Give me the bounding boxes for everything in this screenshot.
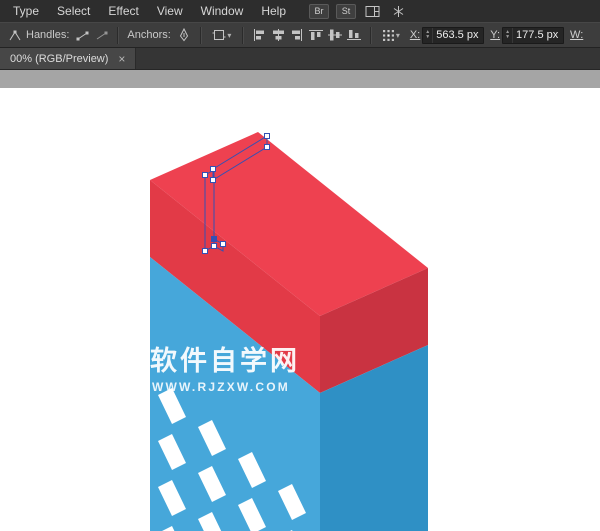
sparkle-icon [392,5,405,18]
x-input[interactable] [433,29,483,41]
workspace-layout-icon [365,5,380,18]
artboard-options-button[interactable]: ▾ [208,26,236,45]
bridge-button[interactable]: Br [309,4,329,19]
separator [117,27,119,44]
canvas-area: 软件自学网 WWW.RJZXW.COM [0,70,600,531]
anchor-point[interactable] [203,173,208,178]
stepper-down-icon[interactable]: ▼ [425,35,430,40]
document-tab-label: 00% (RGB/Preview) [10,53,108,65]
sparkle-button[interactable] [389,2,408,21]
align-top-button[interactable] [307,26,326,45]
handles-label: Handles: [26,29,69,41]
y-field: ▲ ▼ [502,27,564,44]
hide-handles-icon [94,29,109,42]
align-center-button[interactable] [269,26,288,45]
artboard-icon [212,28,226,42]
menu-type[interactable]: Type [4,0,48,22]
tab-close-icon[interactable]: × [118,53,125,65]
align-middle-icon [327,28,343,42]
align-right-button[interactable] [288,26,307,45]
y-field-label[interactable]: Y: [490,29,500,41]
anchors-label: Anchors: [127,29,170,41]
chevron-down-icon: ▾ [396,31,400,40]
convert-anchor-button[interactable] [5,26,24,45]
menu-view[interactable]: View [148,0,192,22]
watermark-title: 软件自学网 [150,345,300,376]
align-center-icon [270,28,286,42]
anchor-point[interactable] [203,249,208,254]
anchor-point-selected[interactable] [212,237,217,242]
menu-effect[interactable]: Effect [99,0,147,22]
separator [200,27,202,44]
watermark-url: WWW.RJZXW.COM [152,380,290,394]
align-left-button[interactable] [250,26,269,45]
anchor-pen-button[interactable] [175,26,194,45]
show-handles-button[interactable] [73,26,92,45]
anchor-point[interactable] [211,167,216,172]
anchor-point[interactable] [211,178,216,183]
stepper-down-icon[interactable]: ▼ [505,35,510,40]
align-middle-button[interactable] [326,26,345,45]
x-field: ▲ ▼ [422,27,484,44]
menu-bar: Type Select Effect View Window Help Br S… [0,0,600,22]
document-tab-bar: 00% (RGB/Preview) × [0,48,600,70]
align-top-icon [308,28,324,42]
hide-handles-button[interactable] [92,26,111,45]
pen-nib-icon [177,28,191,42]
control-bar: Handles: Anchors: ▾ [0,22,600,48]
menu-select[interactable]: Select [48,0,99,22]
document-tab[interactable]: 00% (RGB/Preview) × [0,48,136,69]
align-left-icon [251,28,267,42]
anchor-point[interactable] [221,242,226,247]
align-bottom-icon [346,28,362,42]
y-stepper[interactable]: ▲ ▼ [503,28,513,43]
anchor-point[interactable] [265,134,270,139]
align-bottom-button[interactable] [345,26,364,45]
chevron-down-icon: ▾ [227,31,231,40]
menu-help[interactable]: Help [252,0,295,22]
show-handles-icon [75,29,90,42]
menu-bar-icons: Br St [309,2,408,21]
align-right-icon [289,28,305,42]
anchor-point[interactable] [212,244,217,249]
w-field-label[interactable]: W: [570,29,583,41]
convert-anchor-icon [8,29,22,42]
document-canvas[interactable]: 软件自学网 WWW.RJZXW.COM [0,70,600,531]
workspace-switcher-button[interactable] [363,2,382,21]
separator [242,27,244,44]
x-field-label[interactable]: X: [410,29,420,41]
x-stepper[interactable]: ▲ ▼ [423,28,433,43]
separator [370,27,372,44]
reference-point-button[interactable]: ▾ [378,26,404,45]
reference-point-icon [382,29,395,42]
y-input[interactable] [513,29,563,41]
anchor-point[interactable] [265,145,270,150]
menu-window[interactable]: Window [192,0,253,22]
stock-button[interactable]: St [336,4,356,19]
